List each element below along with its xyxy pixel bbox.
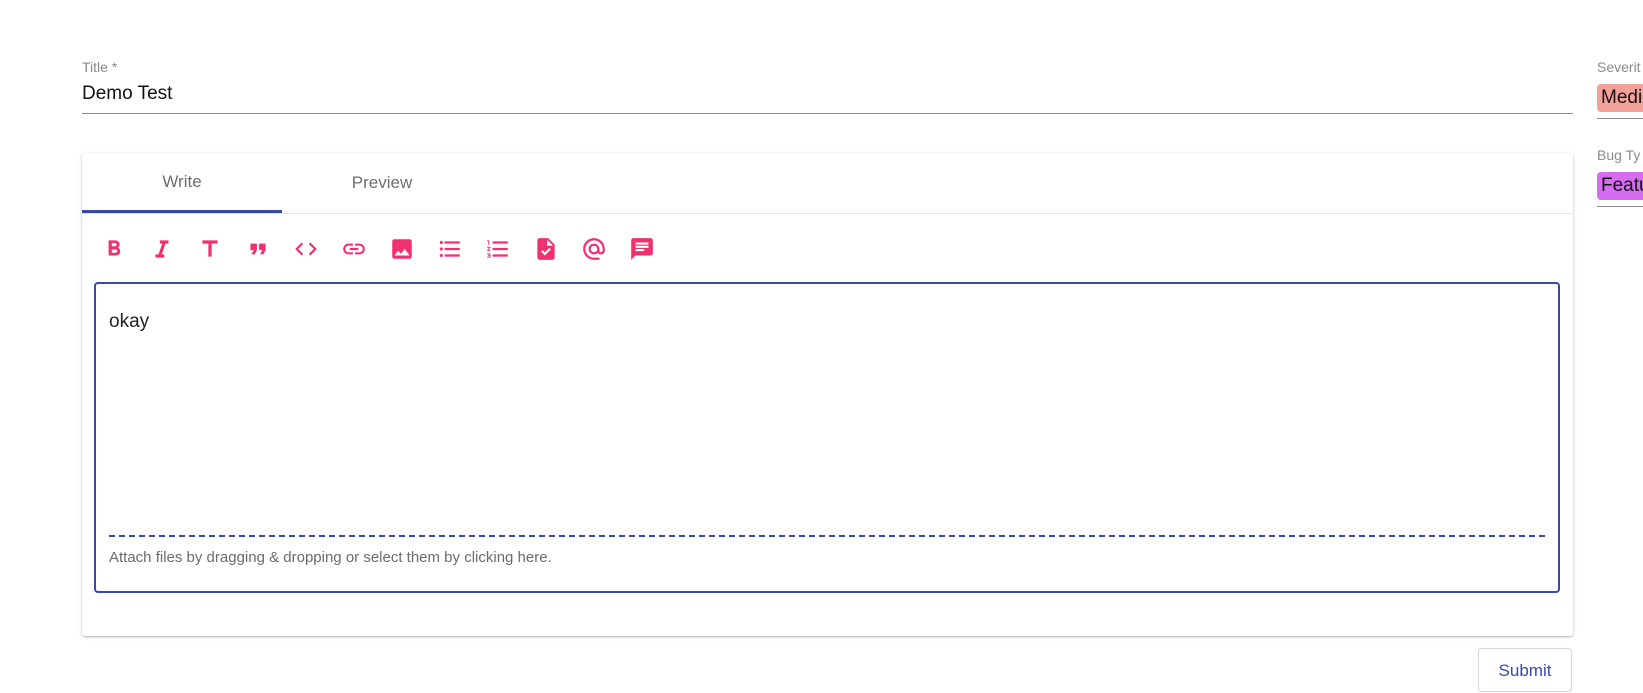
link-button[interactable]: [334, 229, 374, 269]
bulleted-list-icon: [439, 240, 460, 258]
submit-button[interactable]: Submit: [1478, 648, 1572, 692]
tab-preview[interactable]: Preview: [282, 153, 482, 213]
description-editor: Write Preview okay Attach files by dragg…: [82, 153, 1573, 636]
quote-icon: [250, 243, 266, 255]
image-icon: [392, 239, 412, 259]
severity-label: Severit: [1597, 59, 1641, 75]
severity-field[interactable]: Severit Medi: [1597, 58, 1643, 119]
attach-files-link[interactable]: Attach files by dragging & dropping or s…: [109, 549, 552, 566]
comment-button[interactable]: [622, 229, 662, 269]
editor-tabs: Write Preview: [82, 153, 1573, 214]
numbered-list-button[interactable]: [478, 229, 518, 269]
bold-button[interactable]: [94, 229, 134, 269]
task-list-button[interactable]: [526, 229, 566, 269]
mention-button[interactable]: [574, 229, 614, 269]
attach-divider: [109, 535, 1545, 537]
title-field[interactable]: Title * Demo Test: [82, 58, 1573, 114]
code-button[interactable]: [286, 229, 326, 269]
severity-underline: [1597, 118, 1643, 119]
heading-button[interactable]: [190, 229, 230, 269]
description-text: okay: [109, 311, 150, 332]
task-file-icon: [537, 238, 555, 260]
description-textarea[interactable]: okay Attach files by dragging & dropping…: [94, 282, 1560, 593]
bug-type-chip[interactable]: Featu: [1597, 172, 1643, 200]
italic-icon: [155, 240, 169, 258]
title-input[interactable]: Demo Test: [82, 82, 1573, 114]
quote-button[interactable]: [238, 229, 278, 269]
title-label: Title *: [82, 59, 118, 75]
bug-type-label: Bug Ty: [1597, 147, 1641, 163]
image-button[interactable]: [382, 229, 422, 269]
heading-icon: [202, 240, 218, 257]
comment-icon: [631, 238, 653, 260]
link-icon: [343, 243, 365, 255]
bulleted-list-button[interactable]: [430, 229, 470, 269]
bug-type-field[interactable]: Bug Ty Featu: [1597, 146, 1643, 207]
bold-icon: [108, 240, 121, 256]
severity-chip[interactable]: Medi: [1597, 84, 1643, 112]
tab-write[interactable]: Write: [82, 153, 282, 213]
bug-type-underline: [1597, 206, 1643, 207]
code-icon: [295, 242, 317, 256]
mention-icon: [583, 238, 605, 260]
numbered-list-icon: [487, 240, 508, 258]
italic-button[interactable]: [142, 229, 182, 269]
